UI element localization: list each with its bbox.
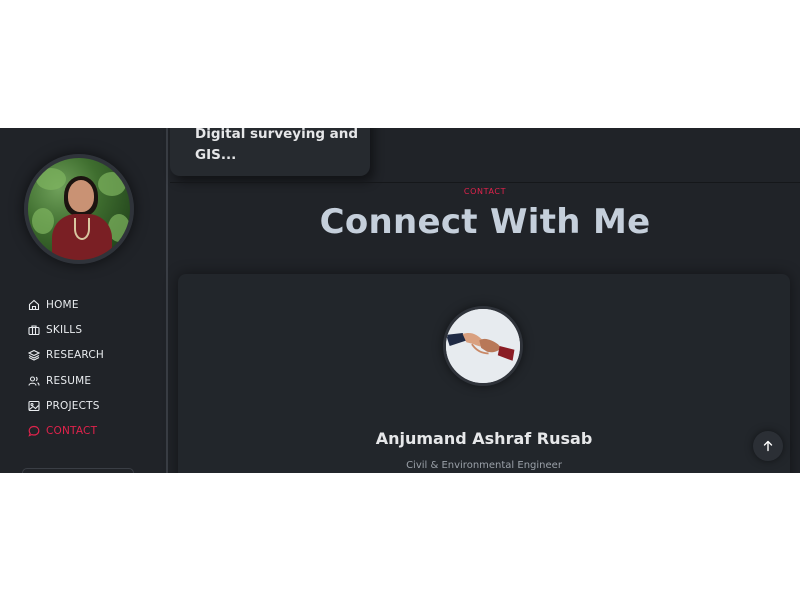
- page-viewport: HOME SKILLS RESEARCH RESUME PROJECTS CON…: [0, 128, 800, 473]
- contact-card: Anjumand Ashraf Rusab Civil & Environmen…: [178, 274, 790, 473]
- arrow-up-icon: [762, 440, 774, 452]
- nav-item-contact[interactable]: CONTACT: [28, 418, 104, 443]
- project-card[interactable]: Digital surveying and GIS...: [170, 128, 370, 176]
- sidebar: HOME SKILLS RESEARCH RESUME PROJECTS CON…: [0, 128, 168, 473]
- section-title: Connect With Me: [319, 202, 651, 242]
- handshake-icon: [443, 306, 523, 386]
- contact-role: Civil & Environmental Engineer: [406, 460, 562, 471]
- sidebar-nav: HOME SKILLS RESEARCH RESUME PROJECTS CON…: [28, 292, 104, 444]
- chat-icon: [28, 425, 40, 437]
- nav-item-resume[interactable]: RESUME: [28, 368, 104, 393]
- section-divider: [170, 182, 800, 183]
- project-card-text: Digital surveying and GIS...: [195, 128, 359, 163]
- nav-item-label: RESUME: [46, 374, 92, 387]
- nav-item-skills[interactable]: SKILLS: [28, 317, 104, 342]
- nav-item-label: SKILLS: [46, 323, 83, 336]
- image-icon: [28, 400, 40, 412]
- users-icon: [28, 375, 40, 387]
- nav-item-label: HOME: [46, 298, 79, 311]
- nav-item-research[interactable]: RESEARCH: [28, 343, 104, 368]
- contact-name: Anjumand Ashraf Rusab: [375, 429, 593, 448]
- layers-icon: [28, 349, 40, 361]
- home-icon: [28, 299, 40, 311]
- nav-item-label: PROJECTS: [46, 399, 100, 412]
- avatar: [24, 154, 134, 264]
- nav-item-projects[interactable]: PROJECTS: [28, 393, 104, 418]
- sidebar-footer-box: [22, 468, 134, 473]
- main-content: Digital surveying and GIS... CONTACT Con…: [170, 128, 800, 473]
- nav-item-label: RESEARCH: [46, 349, 105, 362]
- section-label: CONTACT: [463, 187, 507, 196]
- briefcase-icon: [28, 324, 40, 336]
- nav-item-label: CONTACT: [46, 425, 98, 438]
- scroll-to-top-button[interactable]: [753, 431, 783, 461]
- nav-item-home[interactable]: HOME: [28, 292, 104, 317]
